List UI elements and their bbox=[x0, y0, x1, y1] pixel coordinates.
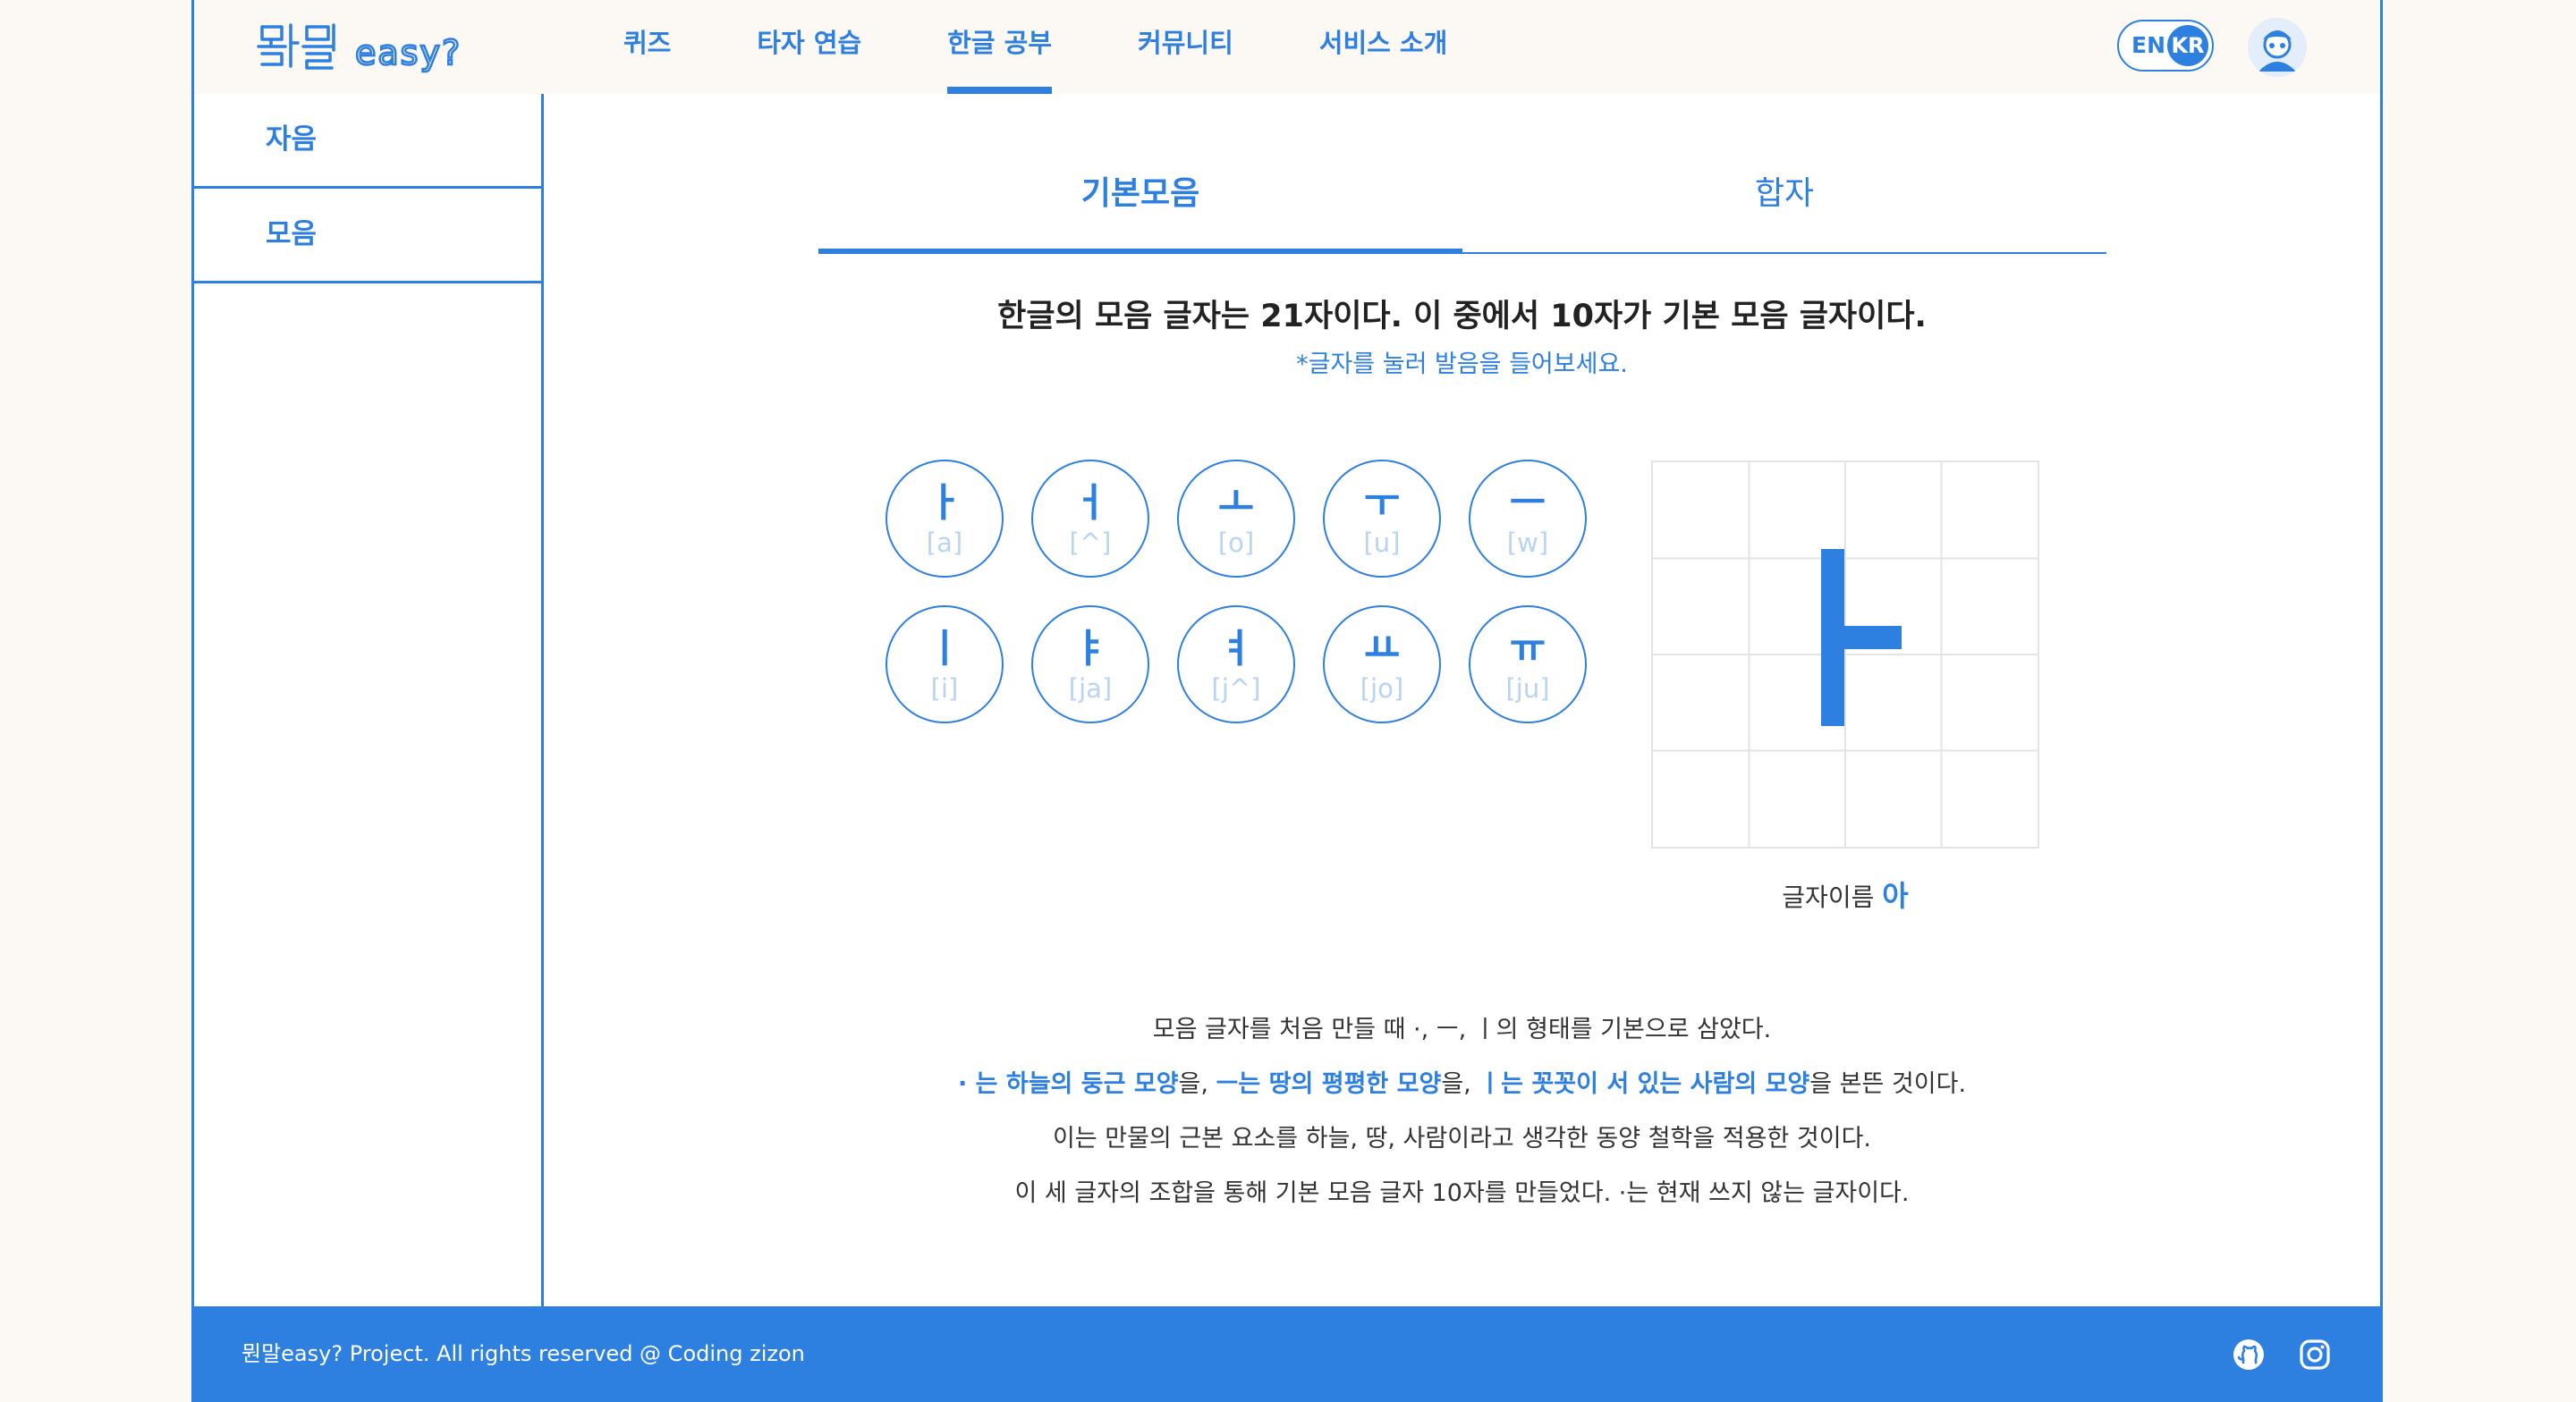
vowel-char: ㅗ bbox=[1217, 480, 1255, 526]
vowel-button-i[interactable]: ㅣ [i] bbox=[886, 605, 1004, 723]
description-text: 을, bbox=[1441, 1070, 1479, 1098]
footer-copyright: 뭔말easy? Project. All rights reserved @ C… bbox=[242, 1341, 805, 1366]
vowel-char: ㅣ bbox=[926, 626, 963, 671]
vowel-tabs: 기본모음 합자 bbox=[818, 170, 2106, 254]
vowel-sound: [^] bbox=[1069, 528, 1112, 558]
vowel-button-yeo[interactable]: ㅕ [j^] bbox=[1177, 605, 1295, 723]
vowel-char: ㅕ bbox=[1217, 626, 1255, 671]
logo[interactable]: easy? bbox=[255, 18, 496, 73]
vowel-sound: [u] bbox=[1363, 528, 1401, 558]
lang-kr-option[interactable]: KR bbox=[2167, 25, 2208, 66]
vowel-sound: [jo] bbox=[1360, 673, 1404, 704]
vowel-button-o[interactable]: ㅗ [o] bbox=[1177, 460, 1295, 578]
vowel-sound: [ju] bbox=[1505, 673, 1550, 704]
instagram-icon[interactable] bbox=[2299, 1339, 2331, 1371]
avatar[interactable] bbox=[2248, 18, 2307, 77]
vowel-sound: [j^] bbox=[1211, 673, 1261, 704]
vowel-char: ㅓ bbox=[1072, 480, 1109, 526]
vowel-button-u[interactable]: ㅜ [u] bbox=[1323, 460, 1441, 578]
github-icon[interactable] bbox=[2233, 1339, 2265, 1371]
tab-combined-letters[interactable]: 합자 bbox=[1462, 170, 2106, 252]
vowel-button-yu[interactable]: ㅠ [ju] bbox=[1469, 605, 1587, 723]
nav-quiz[interactable]: 퀴즈 bbox=[623, 0, 671, 94]
sidebar-item-vowels[interactable]: 모음 bbox=[194, 189, 541, 283]
vowel-char: ㅜ bbox=[1363, 480, 1401, 526]
vowel-sound: [o] bbox=[1217, 528, 1255, 558]
vowel-button-eu[interactable]: ㅡ [w] bbox=[1469, 460, 1587, 578]
vowel-button-ya[interactable]: ㅑ [ja] bbox=[1031, 605, 1149, 723]
vowel-sound: [a] bbox=[926, 528, 963, 558]
user-avatar-icon bbox=[2248, 18, 2307, 77]
vowel-button-yo[interactable]: ㅛ [jo] bbox=[1323, 605, 1441, 723]
letter-name: 글자이름 아 bbox=[1651, 874, 2039, 915]
vowel-char: ㅡ bbox=[1509, 480, 1546, 526]
letter-writing-grid bbox=[1651, 460, 2039, 849]
description-line-1: 모음 글자를 처음 만들 때 ·, ㅡ, ㅣ의 형태를 기본으로 삼았다. bbox=[1152, 1016, 1772, 1043]
vowel-char: ㅛ bbox=[1363, 626, 1401, 671]
sidebar: 자음 모음 bbox=[191, 94, 544, 1306]
vowel-sound: [ja] bbox=[1068, 673, 1113, 704]
footer: 뭔말easy? Project. All rights reserved @ C… bbox=[191, 1306, 2383, 1402]
description-line-3: 이는 만물의 근본 요소를 하늘, 땅, 사람이라고 생각한 동양 철학을 적용… bbox=[1052, 1125, 1872, 1153]
vowel-char: ㅏ bbox=[926, 480, 963, 526]
language-toggle[interactable]: EN KR bbox=[2117, 20, 2214, 72]
sidebar-item-consonants[interactable]: 자음 bbox=[194, 94, 541, 189]
description-text: 을, bbox=[1178, 1070, 1216, 1098]
vowel-sound: [w] bbox=[1506, 528, 1549, 558]
header: easy? 퀴즈 타자 연습 한글 공부 커뮤니티 서비스 소개 EN KR bbox=[191, 0, 2383, 97]
vowel-char: ㅠ bbox=[1509, 626, 1546, 671]
letter-glyph-display bbox=[1653, 462, 2038, 847]
vowel-button-eo[interactable]: ㅓ [^] bbox=[1031, 460, 1149, 578]
description-line-4: 이 세 글자의 조합을 통해 기본 모음 글자 10자를 만들었다. ·는 현재… bbox=[1014, 1179, 1910, 1207]
letter-name-label: 글자이름 bbox=[1782, 883, 1875, 912]
highlight-human: ㅣ는 꼿꼿이 서 있는 사람의 모양 bbox=[1479, 1070, 1810, 1098]
app-frame: easy? 퀴즈 타자 연습 한글 공부 커뮤니티 서비스 소개 EN KR 자… bbox=[191, 0, 2383, 1402]
page-subheading: *글자를 눌러 발음을 들어보세요. bbox=[1296, 350, 1628, 378]
nav-service-intro[interactable]: 서비스 소개 bbox=[1319, 0, 1448, 94]
tab-basic-vowels[interactable]: 기본모음 bbox=[818, 170, 1462, 254]
nav-hangul-study[interactable]: 한글 공부 bbox=[947, 0, 1052, 94]
svg-text:easy?: easy? bbox=[355, 33, 462, 72]
highlight-sky: · 는 하늘의 둥근 모양 bbox=[957, 1070, 1179, 1098]
lang-en-option[interactable]: EN bbox=[2131, 21, 2165, 70]
letter-name-value: 아 bbox=[1882, 879, 1909, 913]
description-text: 을 본뜬 것이다. bbox=[1809, 1070, 1967, 1098]
nav-typing-practice[interactable]: 타자 연습 bbox=[757, 0, 861, 94]
main-nav: 퀴즈 타자 연습 한글 공부 커뮤니티 서비스 소개 bbox=[623, 0, 1533, 94]
main-content: 기본모음 합자 한글의 모음 글자는 21자이다. 이 중에서 10자가 기본 … bbox=[544, 94, 2383, 1306]
vowel-char: ㅑ bbox=[1072, 626, 1109, 671]
vowel-button-a[interactable]: ㅏ [a] bbox=[886, 460, 1004, 578]
description-line-2: · 는 하늘의 둥근 모양을, ㅡ는 땅의 평평한 모양을, ㅣ는 꼿꼿이 서 … bbox=[544, 1064, 2380, 1099]
nav-community[interactable]: 커뮤니티 bbox=[1138, 0, 1233, 94]
vowel-sound: [i] bbox=[930, 673, 959, 704]
page-heading: 한글의 모음 글자는 21자이다. 이 중에서 10자가 기본 모음 글자이다. bbox=[997, 299, 1927, 334]
highlight-earth: ㅡ는 땅의 평평한 모양 bbox=[1216, 1070, 1442, 1098]
